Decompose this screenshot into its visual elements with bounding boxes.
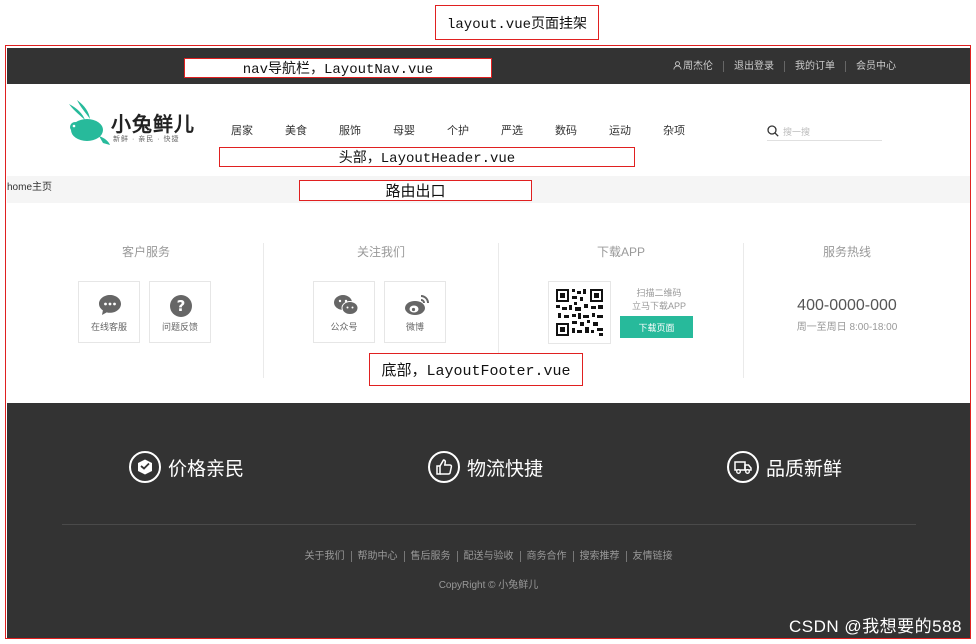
weibo-icon xyxy=(405,295,429,315)
logout-link[interactable]: 退出登录 xyxy=(723,60,784,72)
logo[interactable]: 小兔鲜儿 新鲜 · 亲民 · 快捷 xyxy=(63,100,203,148)
svg-text:?: ? xyxy=(177,297,186,315)
chat-bubble-icon xyxy=(99,295,121,315)
menu-item-home[interactable]: 居家 xyxy=(215,122,269,138)
online-service-label: 在线客服 xyxy=(90,322,127,332)
feature-logistics: 物流快捷 xyxy=(428,451,543,483)
feature-logistics-label: 物流快捷 xyxy=(467,458,544,480)
hotline-column: 服务热线 xyxy=(747,203,947,383)
footer-annotation: 底部，LayoutFooter.vue xyxy=(369,353,583,386)
nav-user-name: 周杰伦 xyxy=(683,60,713,72)
footer-dark-section: 价格亲民 物流快捷 品质新鲜 关于我们 帮助中心 售后服务 配送与验收 商务合作… xyxy=(7,403,970,638)
qr-download-text: 立马下载APP xyxy=(631,301,686,311)
footer-link-friends[interactable]: 友情链接 xyxy=(625,551,679,562)
menu-item-sports[interactable]: 运动 xyxy=(593,122,647,138)
customer-service-title: 客户服务 xyxy=(121,245,170,259)
search-box[interactable]: 搜一搜 xyxy=(767,122,882,141)
nav-annotation: nav导航栏，LayoutNav.vue xyxy=(184,58,492,78)
menu-item-misc[interactable]: 杂项 xyxy=(647,122,701,138)
footer-link-search[interactable]: 搜索推荐 xyxy=(572,551,626,562)
feature-price: 价格亲民 xyxy=(129,451,244,483)
follow-us-title: 关注我们 xyxy=(356,245,405,259)
footer-link-after-sales[interactable]: 售后服务 xyxy=(403,551,457,562)
search-input[interactable]: 搜一搜 xyxy=(783,125,810,138)
thumbs-up-icon xyxy=(428,451,460,483)
question-icon: ? xyxy=(170,295,192,317)
footer-link-about[interactable]: 关于我们 xyxy=(299,551,351,562)
feature-quality-label: 品质新鲜 xyxy=(766,458,843,480)
wechat-account-button[interactable]: 公众号 xyxy=(313,281,375,343)
menu-item-personal-care[interactable]: 个护 xyxy=(431,122,485,138)
member-center-link[interactable]: 会员中心 xyxy=(845,60,906,72)
logo-name: 小兔鲜儿 xyxy=(111,114,195,136)
rabbit-logo-icon xyxy=(69,100,110,145)
feedback-button[interactable]: ? 问题反馈 xyxy=(149,281,211,343)
feedback-label: 问题反馈 xyxy=(161,322,198,332)
logo-slogan: 新鲜 · 亲民 · 快捷 xyxy=(113,136,180,143)
footer-link-delivery[interactable]: 配送与验收 xyxy=(456,551,520,562)
feature-price-label: 价格亲民 xyxy=(168,458,245,480)
qr-code-icon xyxy=(555,288,604,337)
header-annotation: 头部，LayoutHeader.vue xyxy=(219,147,635,167)
hotline-number: 400-0000-000 xyxy=(797,297,897,314)
footer-links: 关于我们 帮助中心 售后服务 配送与验收 商务合作 搜索推荐 友情链接 xyxy=(7,551,970,562)
menu-item-food[interactable]: 美食 xyxy=(269,122,323,138)
menu-item-baby[interactable]: 母婴 xyxy=(377,122,431,138)
route-annotation: 路由出口 xyxy=(299,180,532,201)
qr-scan-text: 扫描二维码 xyxy=(636,288,682,298)
weibo-button[interactable]: 微博 xyxy=(384,281,446,343)
watermark: CSDN @我想要的588 xyxy=(788,617,962,636)
copyright: CopyRight © 小兔鲜儿 xyxy=(438,580,539,591)
download-page-button[interactable]: 下载页面 xyxy=(620,316,693,338)
nav-user-link[interactable]: 周杰伦 xyxy=(663,61,723,72)
hotline-hours: 周一至周日 8:00-18:00 xyxy=(796,322,898,333)
delivery-truck-icon xyxy=(727,451,759,483)
footer-divider xyxy=(62,524,916,525)
price-icon xyxy=(129,451,161,483)
menu-item-digital[interactable]: 数码 xyxy=(539,122,593,138)
user-icon xyxy=(673,60,682,70)
feature-quality: 品质新鲜 xyxy=(727,451,842,483)
top-nav-links: 周杰伦 退出登录 我的订单 会员中心 xyxy=(663,48,906,84)
my-orders-link[interactable]: 我的订单 xyxy=(784,60,845,72)
footer-link-help[interactable]: 帮助中心 xyxy=(350,551,404,562)
home-page-text: home主页 xyxy=(7,182,53,193)
footer-link-business[interactable]: 商务合作 xyxy=(519,551,573,562)
download-app-title: 下载APP xyxy=(596,245,645,259)
category-menu: 居家 美食 服饰 母婴 个护 严选 数码 运动 杂项 xyxy=(215,122,701,138)
customer-service-column: 客户服务 在线客服 ? 问题反馈 xyxy=(27,203,265,383)
qr-code-text: 扫描二维码 立马下载APP xyxy=(620,287,698,313)
wechat-account-label: 公众号 xyxy=(330,322,358,332)
wechat-icon xyxy=(334,295,359,315)
column-divider xyxy=(743,243,744,378)
qr-code xyxy=(548,281,611,344)
menu-item-selected[interactable]: 严选 xyxy=(485,122,539,138)
menu-item-clothing[interactable]: 服饰 xyxy=(323,122,377,138)
layout-annotation: layout.vue页面挂架 xyxy=(435,5,599,40)
weibo-label: 微博 xyxy=(405,322,424,332)
online-service-button[interactable]: 在线客服 xyxy=(78,281,140,343)
hotline-title: 服务热线 xyxy=(822,245,871,259)
search-icon xyxy=(767,125,779,137)
